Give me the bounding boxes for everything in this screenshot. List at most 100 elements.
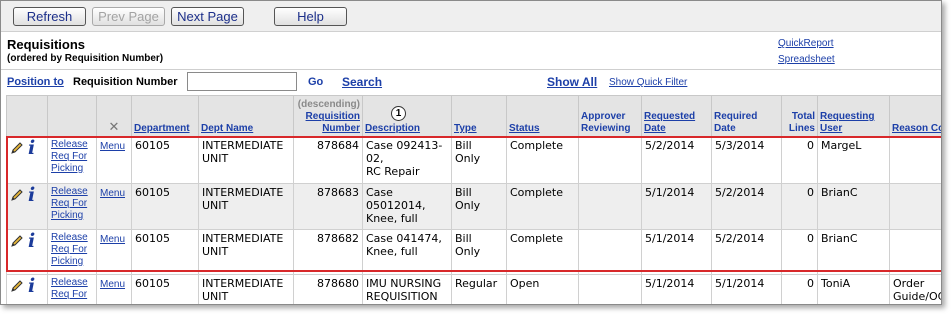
cell-description: Case 05012014, Knee, full <box>362 183 452 230</box>
header-requisition-number-line2: Number <box>322 123 360 134</box>
menu-link[interactable]: Menu <box>100 279 125 290</box>
cell-required-date: 5/2/2014 <box>711 229 782 275</box>
requisitions-window: Refresh Prev Page Next Page Help Requisi… <box>0 0 942 305</box>
cell-requested-date: 5/1/2014 <box>641 229 712 275</box>
cell-description: IMU NURSING REQUISITION <box>362 274 452 304</box>
sort-indicator: (descending) <box>297 99 360 110</box>
header-requisition-number[interactable]: (descending) Requisition Number <box>293 95 363 137</box>
cell-reason-code: Order Guide/OC <box>889 274 941 304</box>
cell-requisition-number: 878683 <box>293 183 363 230</box>
next-page-button[interactable]: Next Page <box>171 7 244 26</box>
row-actions: i <box>6 229 48 275</box>
quickreport-link[interactable]: QuickReport <box>778 38 834 49</box>
pencil-icon[interactable] <box>10 188 24 205</box>
table-header-row: ✕ Department Dept Name (descending) Requ… <box>6 95 941 137</box>
header-description[interactable]: 1 Description <box>362 95 452 137</box>
header-approver: Approver Reviewing <box>578 95 642 137</box>
cell-status: Open <box>506 274 579 304</box>
show-quick-filter-link[interactable]: Show Quick Filter <box>609 77 687 88</box>
pencil-icon[interactable] <box>10 279 24 296</box>
position-to-link[interactable]: Position to <box>7 76 64 88</box>
info-icon[interactable]: i <box>28 186 35 205</box>
cell-status: Complete <box>506 229 579 275</box>
show-all-link[interactable]: Show All <box>547 75 597 89</box>
header-department[interactable]: Department <box>131 95 199 137</box>
cell-requisition-number: 878682 <box>293 229 363 275</box>
menu-link[interactable]: Menu <box>100 141 125 152</box>
pencil-icon[interactable] <box>10 141 24 158</box>
cell-type: Regular <box>451 274 507 304</box>
cell-approver <box>578 274 642 304</box>
table-row[interactable]: i Release Req For Picking Menu 60105 INT… <box>6 183 941 230</box>
cell-reason-code <box>889 183 941 230</box>
menu-link[interactable]: Menu <box>100 188 125 199</box>
header-requested-date[interactable]: Requested Date <box>641 95 712 137</box>
cell-requesting-user: BrianC <box>817 183 890 230</box>
cell-type: Bill Only <box>451 136 507 184</box>
cell-requisition-number: 878684 <box>293 136 363 184</box>
header-actions <box>6 95 48 137</box>
prev-page-button[interactable]: Prev Page <box>92 7 165 26</box>
table-row[interactable]: i Release Req For Menu 60105 INTERMEDIAT… <box>6 274 941 304</box>
menu-link[interactable]: Menu <box>100 234 125 245</box>
x-icon[interactable]: ✕ <box>109 119 120 134</box>
page-title: Requisitions <box>7 37 86 52</box>
cell-dept-name: INTERMEDIATE UNIT <box>198 229 294 275</box>
cell-approver <box>578 229 642 275</box>
cell-dept-name: INTERMEDIATE UNIT <box>198 183 294 230</box>
cell-total-lines: 0 <box>781 274 818 304</box>
cell-requested-date: 5/2/2014 <box>641 136 712 184</box>
cell-requested-date: 5/1/2014 <box>641 183 712 230</box>
header-type[interactable]: Type <box>451 95 507 137</box>
divider <box>1 69 941 70</box>
number-badge: 1 <box>391 106 406 121</box>
cell-department: 60105 <box>131 229 199 275</box>
header-total-lines: Total Lines <box>781 95 818 137</box>
cell-reason-code <box>889 136 941 184</box>
row-actions: i <box>6 274 48 304</box>
cell-requesting-user: MargeL <box>817 136 890 184</box>
header-dept-name[interactable]: Dept Name <box>198 95 294 137</box>
cell-reason-code <box>889 229 941 275</box>
header-required-date: Required Date <box>711 95 782 137</box>
spreadsheet-link[interactable]: Spreadsheet <box>778 54 835 65</box>
release-req-link[interactable]: Release Req For Picking <box>47 183 97 230</box>
table-row[interactable]: i Release Req For Picking Menu 60105 INT… <box>6 229 941 275</box>
refresh-button[interactable]: Refresh <box>13 7 86 26</box>
table-row[interactable]: i Release Req For Picking Menu 60105 INT… <box>6 136 941 184</box>
cell-department: 60105 <box>131 136 199 184</box>
cell-dept-name: INTERMEDIATE UNIT <box>198 136 294 184</box>
header-status[interactable]: Status <box>506 95 579 137</box>
cell-required-date: 5/1/2014 <box>711 274 782 304</box>
help-button[interactable]: Help <box>274 7 347 26</box>
cell-requisition-number: 878680 <box>293 274 363 304</box>
cell-requesting-user: BrianC <box>817 229 890 275</box>
header-release <box>47 95 97 137</box>
go-button[interactable]: Go <box>308 76 323 88</box>
info-icon[interactable]: i <box>28 277 35 296</box>
cell-required-date: 5/3/2014 <box>711 136 782 184</box>
cell-description: Case 092413- 02, RC Repair <box>362 136 452 184</box>
release-req-link[interactable]: Release Req For <box>47 274 97 304</box>
cell-requesting-user: ToniA <box>817 274 890 304</box>
cell-type: Bill Only <box>451 229 507 275</box>
row-actions: i <box>6 183 48 230</box>
cell-type: Bill Only <box>451 183 507 230</box>
header-requesting-user[interactable]: Requesting User <box>817 95 890 137</box>
cell-department: 60105 <box>131 274 199 304</box>
release-req-link[interactable]: Release Req For Picking <box>47 229 97 275</box>
cell-dept-name: INTERMEDIATE UNIT <box>198 274 294 304</box>
cell-total-lines: 0 <box>781 183 818 230</box>
header-reason-code[interactable]: Reason Co <box>889 95 941 137</box>
requisitions-table: ✕ Department Dept Name (descending) Requ… <box>6 95 941 304</box>
cell-required-date: 5/2/2014 <box>711 183 782 230</box>
info-icon[interactable]: i <box>28 232 35 251</box>
pencil-icon[interactable] <box>10 234 24 251</box>
search-link[interactable]: Search <box>342 75 382 89</box>
cell-status: Complete <box>506 183 579 230</box>
position-input[interactable] <box>187 72 297 91</box>
header-requisition-number-line1: Requisition <box>305 111 360 122</box>
info-icon[interactable]: i <box>28 139 35 158</box>
cell-department: 60105 <box>131 183 199 230</box>
release-req-link[interactable]: Release Req For Picking <box>47 136 97 184</box>
